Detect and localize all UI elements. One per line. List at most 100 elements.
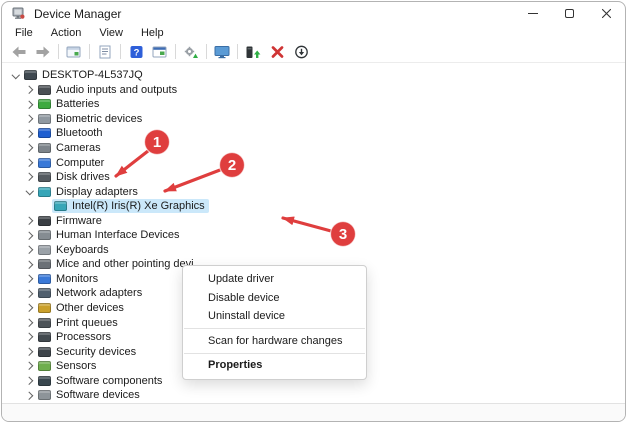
tree-item-label: Computer — [56, 156, 105, 169]
svg-text:?: ? — [133, 47, 139, 58]
forward-button[interactable] — [31, 42, 55, 62]
speaker-icon — [38, 84, 51, 95]
tree-item-batteries[interactable]: Batteries — [2, 97, 625, 112]
monitor-icon — [38, 157, 51, 168]
console-tree-icon — [66, 46, 81, 57]
mouse-icon — [38, 259, 51, 270]
chevron-right-icon[interactable] — [24, 102, 36, 108]
update-settings-button[interactable] — [179, 42, 203, 62]
tree-item-bluetooth[interactable]: Bluetooth — [2, 126, 625, 141]
computer-icon — [24, 70, 37, 81]
display-adapter-icon — [54, 201, 67, 212]
back-button[interactable] — [7, 42, 31, 62]
chevron-right-icon[interactable] — [24, 160, 36, 166]
close-icon — [601, 8, 612, 19]
tree-item-intel-r-iris-r-xe-graphics[interactable]: Intel(R) Iris(R) Xe Graphics — [2, 199, 625, 214]
tree-item-content: Monitors — [36, 272, 102, 286]
context-menu-item-disable-device[interactable]: Disable device — [183, 289, 366, 308]
chevron-right-icon[interactable] — [24, 247, 36, 253]
chevron-right-icon[interactable] — [24, 320, 36, 326]
tree-item-disk-drives[interactable]: Disk drives — [2, 170, 625, 185]
tree-item-human-interface-devices[interactable]: Human Interface Devices — [2, 228, 625, 243]
toolbar-separator — [120, 44, 121, 59]
bluetooth-icon — [38, 128, 51, 139]
context-menu-item-uninstall-device[interactable]: Uninstall device — [183, 307, 366, 326]
menu-action[interactable]: Action — [42, 25, 91, 41]
hid-icon — [38, 230, 51, 241]
minimize-icon — [527, 13, 538, 14]
scan-hardware-button[interactable] — [210, 42, 234, 62]
software-device-icon — [38, 390, 51, 401]
forward-icon — [36, 46, 50, 57]
tree-item-audio-inputs-and-outputs[interactable]: Audio inputs and outputs — [2, 83, 625, 98]
context-menu-item-scan-for-hardware-changes[interactable]: Scan for hardware changes — [183, 332, 366, 351]
properties-icon — [99, 45, 111, 58]
disable-device-button[interactable] — [289, 42, 313, 62]
list-panel-button[interactable] — [148, 42, 172, 62]
tree-item-desktop-4l537jq[interactable]: DESKTOP-4L537JQ — [2, 68, 625, 83]
context-menu-separator — [184, 328, 365, 329]
battery-icon — [38, 99, 51, 110]
tree-item-keyboards[interactable]: Keyboards — [2, 243, 625, 258]
chevron-right-icon[interactable] — [24, 291, 36, 297]
tree-item-computer[interactable]: Computer — [2, 155, 625, 170]
tree-item-content: Security devices — [36, 345, 140, 359]
keyboard-icon — [38, 244, 51, 255]
disable-down-icon — [294, 45, 308, 58]
tree-item-label: Bluetooth — [56, 127, 103, 140]
tree-item-firmware[interactable]: Firmware — [2, 213, 625, 228]
cpu-icon — [38, 332, 51, 343]
fingerprint-icon — [38, 113, 51, 124]
tree-item-content: Disk drives — [36, 170, 114, 184]
chevron-right-icon[interactable] — [24, 233, 36, 239]
chevron-right-icon[interactable] — [24, 87, 36, 93]
chevron-down-icon[interactable] — [10, 74, 22, 78]
chevron-right-icon[interactable] — [24, 334, 36, 340]
console-tree-button[interactable] — [62, 42, 86, 62]
chevron-right-icon[interactable] — [24, 363, 36, 369]
driver-update-button[interactable] — [241, 42, 265, 62]
software-component-icon — [38, 375, 51, 386]
maximize-button[interactable] — [551, 2, 588, 25]
chevron-right-icon[interactable] — [24, 276, 36, 282]
close-button[interactable] — [588, 2, 625, 25]
chevron-right-icon[interactable] — [24, 393, 36, 399]
tree-item-display-adapters[interactable]: Display adapters — [2, 184, 625, 199]
tree-item-label: Cameras — [56, 142, 101, 154]
chevron-right-icon[interactable] — [24, 145, 36, 151]
tree-item-content: Display adapters — [36, 185, 142, 199]
chevron-right-icon[interactable] — [24, 174, 36, 180]
chevron-right-icon[interactable] — [24, 131, 36, 137]
tree-item-content: Sensors — [36, 359, 100, 373]
tree-item-content: Software devices — [36, 388, 144, 402]
properties-button[interactable] — [93, 42, 117, 62]
tree-item-label: Software components — [56, 374, 163, 387]
menu-help[interactable]: Help — [132, 25, 173, 41]
help-button[interactable]: ? — [124, 42, 148, 62]
context-menu-item-update-driver[interactable]: Update driver — [183, 270, 366, 289]
uninstall-button[interactable] — [265, 42, 289, 62]
chevron-right-icon[interactable] — [24, 305, 36, 311]
chevron-right-icon[interactable] — [24, 262, 36, 268]
menu-file[interactable]: File — [6, 25, 42, 41]
tree-item-content: Human Interface Devices — [36, 228, 184, 242]
device-manager-window: Device Manager File Action View Help ? D… — [1, 1, 626, 422]
context-menu-item-properties[interactable]: Properties — [183, 356, 366, 375]
menu-view[interactable]: View — [90, 25, 132, 41]
sensor-icon — [38, 361, 51, 372]
chevron-down-icon[interactable] — [24, 190, 36, 194]
title-bar: Device Manager — [2, 2, 625, 25]
chevron-right-icon[interactable] — [24, 116, 36, 122]
tree-item-cameras[interactable]: Cameras — [2, 141, 625, 156]
tree-item-content: Computer — [36, 156, 108, 170]
minimize-button[interactable] — [514, 2, 551, 25]
tree-item-biometric-devices[interactable]: Biometric devices — [2, 112, 625, 127]
uninstall-x-icon — [271, 45, 283, 58]
chevron-right-icon[interactable] — [24, 218, 36, 224]
tree-item-content: Cameras — [36, 141, 105, 155]
tree-item-label: Disk drives — [56, 171, 110, 184]
chevron-right-icon[interactable] — [24, 378, 36, 384]
chevron-right-icon[interactable] — [24, 349, 36, 355]
help-icon: ? — [130, 45, 142, 58]
tree-item-software-devices[interactable]: Software devices — [2, 388, 625, 403]
